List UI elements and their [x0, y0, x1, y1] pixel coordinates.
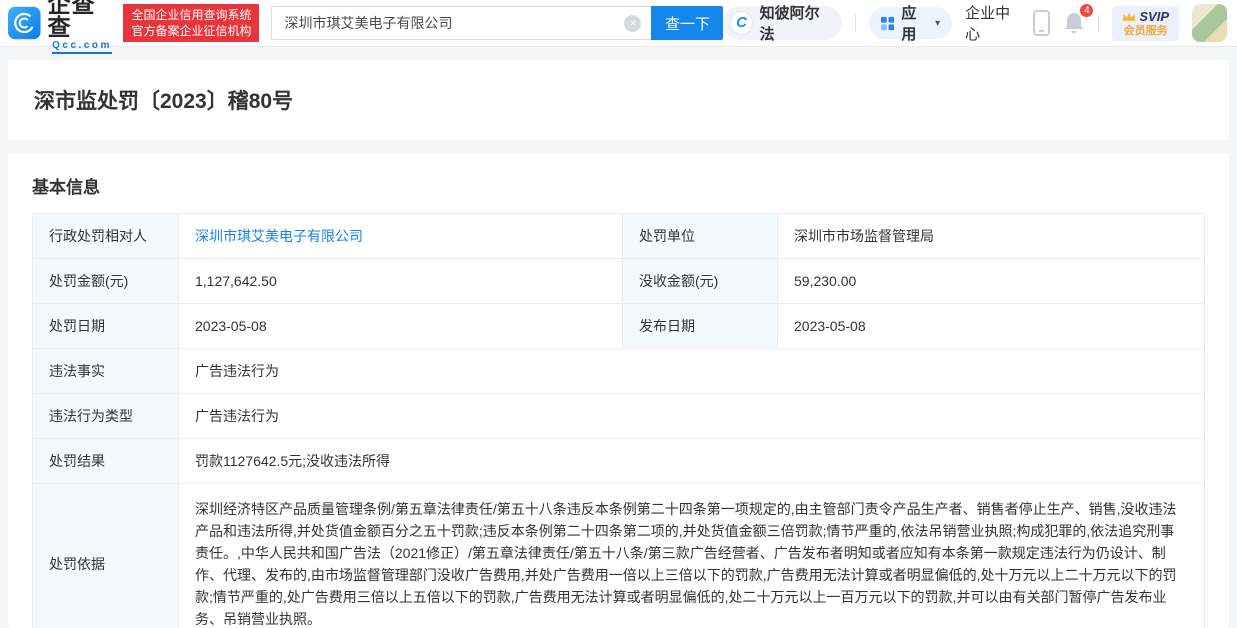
field-label: 违法行为类型	[33, 394, 179, 439]
notifications-button[interactable]: 4	[1063, 11, 1085, 35]
field-value: 2023-05-08	[179, 304, 623, 349]
apps-grid-icon	[881, 16, 894, 31]
nav-item-zhibi-alpha[interactable]: C 知彼阿尔法	[723, 6, 842, 40]
zhibi-alpha-label: 知彼阿尔法	[760, 2, 829, 44]
company-link[interactable]: 深圳市琪艾美电子有限公司	[195, 228, 363, 244]
table-row: 处罚日期 2023-05-08 发布日期 2023-05-08	[33, 304, 1205, 349]
mobile-app-button[interactable]	[1033, 10, 1050, 36]
document-title-card: 深市监处罚〔2023〕稽80号	[8, 60, 1229, 140]
certification-badge: 全国企业信用查询系统 官方备案企业征信机构	[123, 4, 259, 42]
clear-search-icon[interactable]: ×	[624, 15, 641, 32]
qcc-logo-text: 企查查 Qcc.com	[48, 0, 117, 54]
nav-item-enterprise-center[interactable]: 企业中心	[965, 2, 1020, 44]
svip-membership-button[interactable]: SVIP 会员服务	[1112, 6, 1179, 41]
certification-badge-line2: 官方备案企业征信机构	[131, 23, 251, 39]
field-label: 处罚单位	[623, 214, 778, 259]
field-label: 没收金额(元)	[623, 259, 778, 304]
svip-label: SVIP	[1139, 10, 1169, 23]
top-bar: 企查查 Qcc.com 全国企业信用查询系统 官方备案企业征信机构 × 查一下 …	[0, 0, 1237, 47]
svip-sub-label: 会员服务	[1122, 26, 1169, 37]
header-nav: C 知彼阿尔法 应用 ▾ 企业中心	[723, 2, 1227, 44]
field-label: 处罚依据	[33, 484, 179, 628]
logo-brand-text: 企查查	[48, 0, 117, 39]
field-value: 深圳经济特区产品质量管理条例/第五章法律责任/第五十八条违反本条例第二十四条第一…	[179, 484, 1205, 628]
zhibi-alpha-icon: C	[730, 11, 752, 35]
field-label: 处罚日期	[33, 304, 179, 349]
field-value: 2023-05-08	[778, 304, 1205, 349]
field-value: 1,127,642.50	[179, 259, 623, 304]
table-row: 违法事实 广告违法行为	[33, 349, 1205, 394]
certification-badge-line1: 全国企业信用查询系统	[131, 7, 251, 23]
field-label: 违法事实	[33, 349, 179, 394]
field-label: 发布日期	[623, 304, 778, 349]
field-value: 广告违法行为	[179, 349, 1205, 394]
field-label: 行政处罚相对人	[33, 214, 179, 259]
search-bar: × 查一下	[271, 6, 723, 40]
notification-count-badge: 4	[1078, 2, 1095, 19]
nav-divider	[1098, 14, 1099, 32]
field-label: 处罚结果	[33, 439, 179, 484]
chevron-down-icon: ▾	[935, 18, 940, 29]
field-value: 罚款1127642.5元;没收违法所得	[179, 439, 1205, 484]
nav-divider	[855, 14, 856, 32]
table-row: 处罚金额(元) 1,127,642.50 没收金额(元) 59,230.00	[33, 259, 1205, 304]
qcc-logo[interactable]: 企查查 Qcc.com	[8, 0, 116, 54]
penalty-info-table: 行政处罚相对人 深圳市琪艾美电子有限公司 处罚单位 深圳市市场监督管理局 处罚金…	[32, 213, 1205, 628]
user-avatar[interactable]	[1192, 4, 1227, 42]
phone-icon	[1033, 10, 1050, 36]
table-row: 处罚依据 深圳经济特区产品质量管理条例/第五章法律责任/第五十八条违反本条例第二…	[33, 484, 1205, 628]
search-input[interactable]	[271, 6, 651, 40]
field-value: 深圳市琪艾美电子有限公司	[179, 214, 623, 259]
crown-icon	[1122, 11, 1136, 22]
field-value: 深圳市市场监督管理局	[778, 214, 1205, 259]
nav-item-apps[interactable]: 应用 ▾	[869, 7, 952, 39]
table-row: 行政处罚相对人 深圳市琪艾美电子有限公司 处罚单位 深圳市市场监督管理局	[33, 214, 1205, 259]
table-row: 处罚结果 罚款1127642.5元;没收违法所得	[33, 439, 1205, 484]
apps-label: 应用	[901, 2, 928, 44]
field-label: 处罚金额(元)	[33, 259, 179, 304]
search-button[interactable]: 查一下	[651, 6, 723, 40]
qcc-logo-icon	[8, 6, 41, 40]
field-value: 广告违法行为	[179, 394, 1205, 439]
logo-domain-text: Qcc.com	[52, 41, 112, 54]
basic-info-card: 基本信息 行政处罚相对人 深圳市琪艾美电子有限公司 处罚单位 深圳市市场监督管理…	[8, 153, 1229, 628]
section-heading: 基本信息	[32, 173, 1205, 198]
page-title: 深市监处罚〔2023〕稽80号	[34, 85, 293, 115]
field-value: 59,230.00	[778, 259, 1205, 304]
table-row: 违法行为类型 广告违法行为	[33, 394, 1205, 439]
